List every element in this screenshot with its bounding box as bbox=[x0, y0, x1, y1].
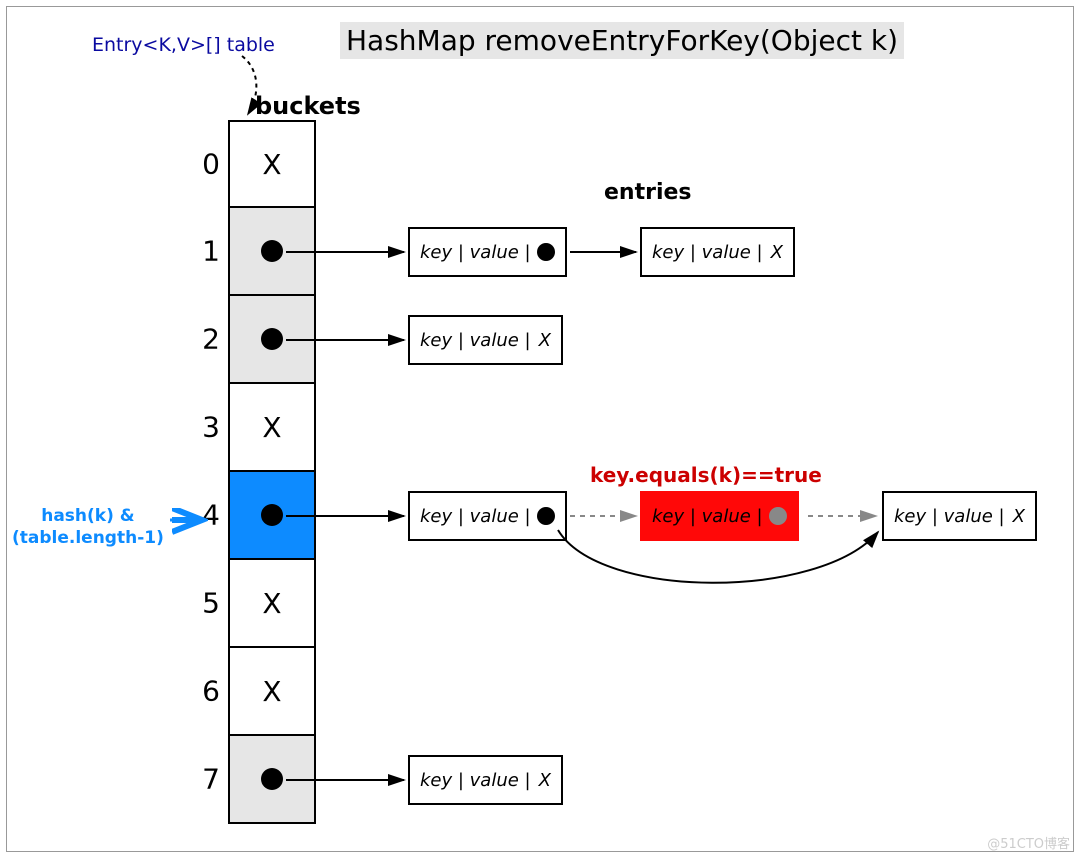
entry-chain-row-1: key | value | bbox=[408, 227, 567, 277]
entry-node-last: key | value | X bbox=[408, 315, 563, 365]
bucket-4-target: 4 bbox=[228, 472, 316, 560]
null-mark-icon: X bbox=[262, 675, 281, 708]
entry-kv-label: key | value | bbox=[420, 330, 531, 351]
bucket-index-5: 5 bbox=[196, 587, 220, 620]
null-mark-icon: X bbox=[262, 148, 281, 181]
entry-chain-row-4c: key | value | X bbox=[882, 491, 1037, 541]
pointer-dot-icon bbox=[261, 240, 283, 262]
pointer-dot-icon bbox=[261, 328, 283, 350]
entry-kv-label: key | value | bbox=[652, 242, 763, 263]
hash-index-label: hash(k) & (table.length-1) bbox=[12, 505, 164, 549]
bucket-6: 6 X bbox=[228, 648, 316, 736]
entry-chain-row-4a: key | value | bbox=[408, 491, 567, 541]
diagram-frame bbox=[6, 6, 1074, 852]
bucket-0: 0 X bbox=[228, 120, 316, 208]
entry-chain-row-1b: key | value | X bbox=[640, 227, 795, 277]
bucket-index-6: 6 bbox=[196, 675, 220, 708]
pointer-dot-icon bbox=[261, 504, 283, 526]
entry-kv-label: key | value | bbox=[420, 770, 531, 791]
match-condition-label: key.equals(k)==true bbox=[590, 463, 822, 487]
entry-chain-row-4b: key | value | bbox=[640, 491, 799, 541]
pointer-dot-icon bbox=[537, 243, 555, 261]
entry-node-last: key | value | X bbox=[640, 227, 795, 277]
entry-chain-row-7: key | value | X bbox=[408, 755, 563, 805]
bucket-index-2: 2 bbox=[196, 323, 220, 356]
bucket-1: 1 bbox=[228, 208, 316, 296]
bucket-index-3: 3 bbox=[196, 411, 220, 444]
entry-node-matched: key | value | bbox=[640, 491, 799, 541]
null-mark-icon: X bbox=[539, 330, 551, 351]
bucket-index-4: 4 bbox=[196, 499, 220, 532]
buckets-array: 0 X 1 2 3 X 4 5 X 6 X 7 bbox=[228, 120, 316, 824]
entry-kv-label: key | value | bbox=[894, 506, 1005, 527]
bucket-5: 5 X bbox=[228, 560, 316, 648]
pointer-dot-icon bbox=[261, 768, 283, 790]
entry-node: key | value | bbox=[408, 227, 567, 277]
null-mark-icon: X bbox=[262, 587, 281, 620]
entry-kv-label: key | value | bbox=[420, 506, 531, 527]
watermark: @51CTO博客 bbox=[987, 833, 1070, 852]
pointer-dot-icon bbox=[769, 507, 787, 525]
entry-node-last: key | value | X bbox=[408, 755, 563, 805]
null-mark-icon: X bbox=[771, 242, 783, 263]
pointer-dot-icon bbox=[537, 507, 555, 525]
table-declaration-label: Entry<K,V>[] table bbox=[92, 34, 275, 56]
bucket-3: 3 X bbox=[228, 384, 316, 472]
hash-index-text: hash(k) & (table.length-1) bbox=[12, 506, 164, 548]
null-mark-icon: X bbox=[1013, 506, 1025, 527]
bucket-index-7: 7 bbox=[196, 763, 220, 796]
entry-node-last: key | value | X bbox=[882, 491, 1037, 541]
bucket-index-1: 1 bbox=[196, 235, 220, 268]
buckets-heading: buckets bbox=[255, 92, 361, 120]
entries-heading: entries bbox=[604, 180, 692, 205]
entry-kv-label: key | value | bbox=[420, 242, 531, 263]
null-mark-icon: X bbox=[262, 411, 281, 444]
diagram-title: HashMap removeEntryForKey(Object k) bbox=[340, 22, 904, 59]
bucket-index-0: 0 bbox=[196, 148, 220, 181]
null-mark-icon: X bbox=[539, 770, 551, 791]
entry-chain-row-2: key | value | X bbox=[408, 315, 563, 365]
bucket-2: 2 bbox=[228, 296, 316, 384]
entry-node: key | value | bbox=[408, 491, 567, 541]
bucket-7: 7 bbox=[228, 736, 316, 824]
entry-kv-label: key | value | bbox=[652, 506, 763, 527]
